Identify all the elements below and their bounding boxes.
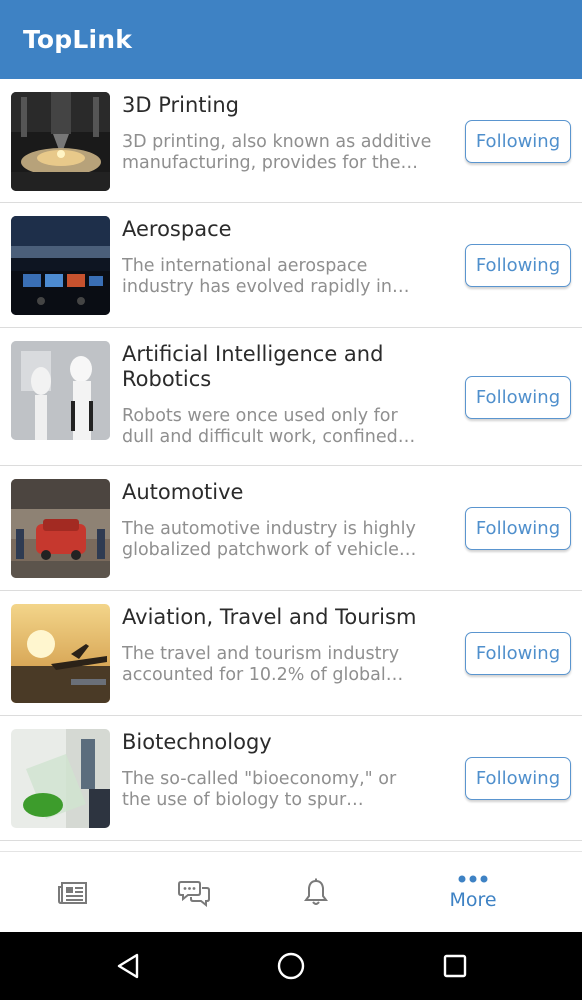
- cockpit-image: [11, 216, 110, 315]
- news-icon: [58, 881, 87, 904]
- home-icon[interactable]: [269, 932, 313, 1000]
- nav-notifications[interactable]: [286, 852, 346, 933]
- list-item[interactable]: Artificial Intelligence and Robotics Rob…: [0, 328, 582, 466]
- item-title: Biotechnology: [122, 730, 272, 754]
- nav-more-label: More: [449, 888, 497, 911]
- back-icon[interactable]: [106, 932, 150, 1000]
- list-item[interactable]: Aerospace The international aerospace in…: [0, 203, 582, 328]
- item-description: The automotive industry is highly global…: [122, 519, 417, 560]
- list-item[interactable]: Biotechnology The so-called "bioeconomy,…: [0, 716, 582, 841]
- bell-icon: [304, 878, 328, 905]
- list-item[interactable]: Aviation, Travel and Tourism The travel …: [0, 591, 582, 716]
- item-title: Artificial Intelligence and Robotics: [122, 342, 384, 391]
- item-title: 3D Printing: [122, 93, 239, 117]
- item-text: Automotive The automotive industry is hi…: [122, 480, 457, 561]
- item-text: Biotechnology The so-called "bioeconomy,…: [122, 730, 457, 811]
- car-factory-image: [11, 479, 110, 578]
- chat-icon: [178, 880, 210, 907]
- app-bar: TopLink: [0, 0, 582, 79]
- nav-news[interactable]: [43, 852, 103, 933]
- 3d-printer-nozzle-image: [11, 92, 110, 191]
- industry-list[interactable]: 3D Printing 3D printing, also known as a…: [0, 79, 582, 849]
- robots-image: [11, 341, 110, 440]
- recents-icon[interactable]: [433, 932, 477, 1000]
- nav-chat[interactable]: [164, 852, 224, 933]
- nav-more[interactable]: More: [438, 852, 508, 933]
- following-button[interactable]: Following: [465, 757, 571, 800]
- item-description: The so-called "bioeconomy," or the use o…: [122, 769, 397, 810]
- following-button[interactable]: Following: [465, 244, 571, 287]
- item-text: Artificial Intelligence and Robotics Rob…: [122, 342, 457, 448]
- app-title: TopLink: [23, 25, 133, 54]
- following-button[interactable]: Following: [465, 120, 571, 163]
- lab-flask-image: [11, 729, 110, 828]
- list-item[interactable]: 3D Printing 3D printing, also known as a…: [0, 79, 582, 203]
- item-title: Aviation, Travel and Tourism: [122, 605, 417, 629]
- following-button[interactable]: Following: [465, 507, 571, 550]
- list-item[interactable]: Automotive The automotive industry is hi…: [0, 466, 582, 591]
- following-button[interactable]: Following: [465, 632, 571, 675]
- item-text: Aviation, Travel and Tourism The travel …: [122, 605, 457, 686]
- item-description: 3D printing, also known as additive manu…: [122, 132, 432, 173]
- item-title: Automotive: [122, 480, 244, 504]
- item-text: Aerospace The international aerospace in…: [122, 217, 457, 298]
- item-text: 3D Printing 3D printing, also known as a…: [122, 93, 457, 174]
- item-description: The travel and tourism industry accounte…: [122, 644, 404, 685]
- more-dots-icon: [458, 875, 488, 882]
- following-button[interactable]: Following: [465, 376, 571, 419]
- system-navigation-bar: [0, 932, 582, 1000]
- item-title: Aerospace: [122, 217, 232, 241]
- item-description: Robots were once used only for dull and …: [122, 406, 416, 447]
- airplane-sunset-image: [11, 604, 110, 703]
- bottom-navigation: More: [0, 851, 582, 932]
- item-description: The international aerospace industry has…: [122, 256, 410, 297]
